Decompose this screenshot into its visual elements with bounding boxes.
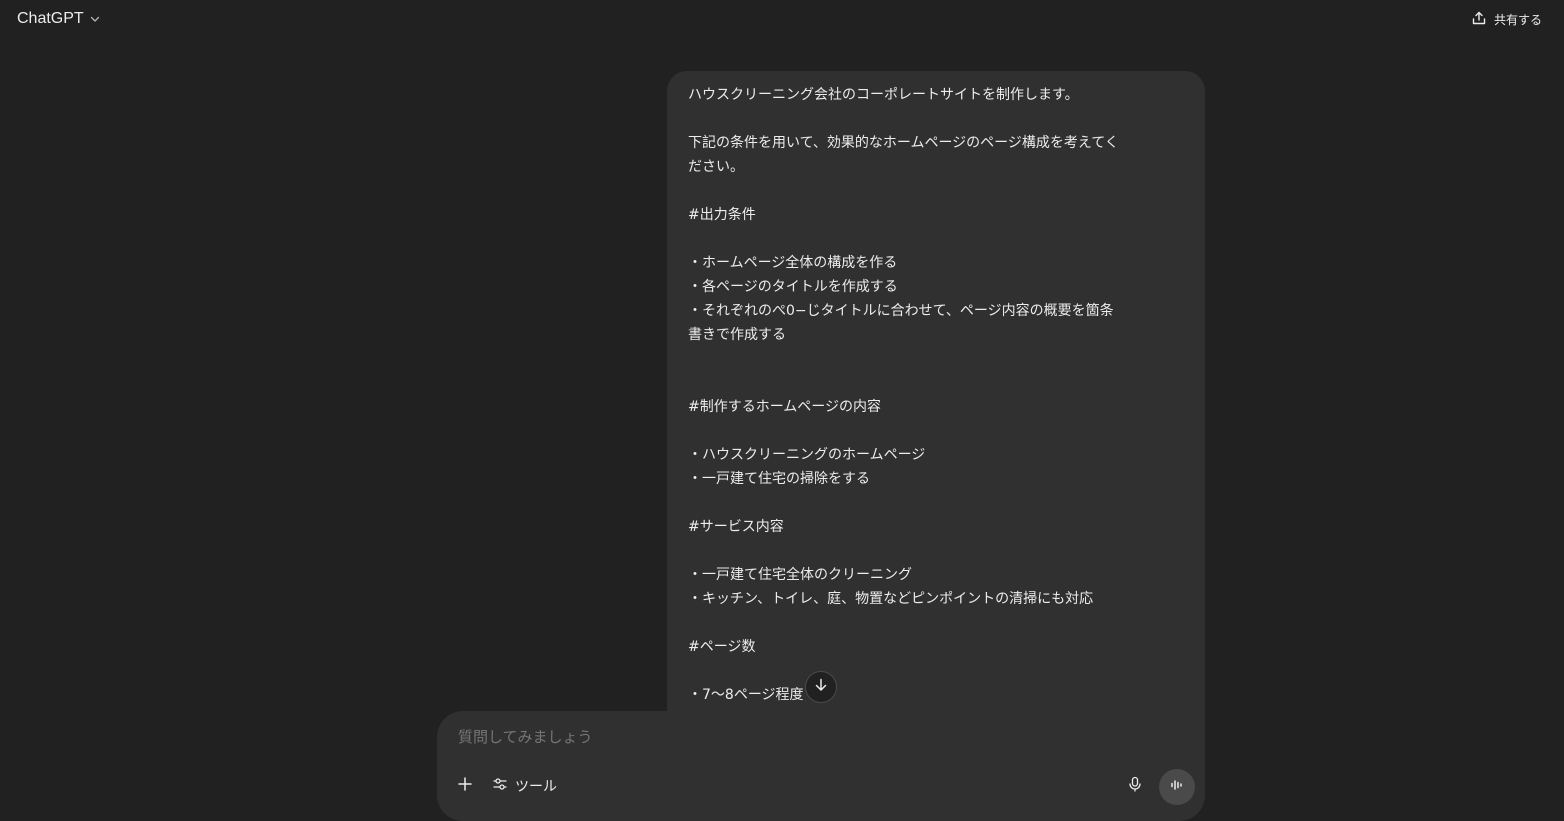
message-line: 下記の条件を用いて、効果的なホームページのページ構成を考えてく xyxy=(688,135,1119,151)
scroll-to-bottom-button[interactable] xyxy=(805,671,837,703)
share-icon xyxy=(1471,10,1487,29)
message-line: ださい。 xyxy=(688,159,744,175)
arrow-down-icon xyxy=(813,677,829,697)
message-line: #制作するホームページの内容 xyxy=(688,399,882,415)
share-label: 共有する xyxy=(1493,12,1542,27)
voice-waveform-icon xyxy=(1169,777,1185,797)
top-bar: ChatGPT 共有する xyxy=(0,0,1564,38)
message-line: ・7〜8ページ程度 xyxy=(688,687,804,703)
sliders-icon xyxy=(492,776,508,796)
message-line xyxy=(688,107,1185,131)
message-line: ・ハウスクリーニングのホームページ xyxy=(688,447,926,463)
user-message-bubble: ハウスクリーニング会社のコーポレートサイトを制作します。 下記の条件を用いて、効… xyxy=(667,71,1205,771)
message-line: 書きで作成する xyxy=(688,327,786,343)
message-line: ・各ページのタイトルを作成する xyxy=(688,279,898,295)
dictate-button[interactable] xyxy=(1124,775,1146,797)
tools-label: ツール xyxy=(515,779,557,795)
message-line xyxy=(688,419,1185,443)
message-line xyxy=(688,371,1185,395)
message-line: ・一戸建て住宅全体のクリーニング xyxy=(688,567,912,583)
message-line xyxy=(688,347,1185,371)
message-line xyxy=(688,179,1185,203)
message-line: ハウスクリーニング会社のコーポレートサイトを制作します。 xyxy=(688,87,1079,103)
prompt-input[interactable] xyxy=(458,729,1058,746)
message-line: ・ホームページ全体の構成を作る xyxy=(688,255,898,271)
chevron-down-icon xyxy=(89,10,101,29)
message-line: ・キッチン、トイレ、庭、物置などピンポイントの清掃にも対応 xyxy=(688,591,1094,607)
add-attachment-button[interactable] xyxy=(454,775,476,797)
voice-mode-button[interactable] xyxy=(1159,769,1195,805)
message-line xyxy=(688,611,1185,635)
microphone-icon xyxy=(1127,776,1143,796)
share-button[interactable]: 共有する xyxy=(1471,8,1542,30)
model-name: ChatGPT xyxy=(17,10,84,27)
composer: ツール xyxy=(437,711,1205,821)
message-line: ・それぞれのぺ0−じタイトルに合わせて、ページ内容の概要を箇条 xyxy=(688,303,1114,319)
message-line: ・一戸建て住宅の掃除をする xyxy=(688,471,870,487)
model-switcher[interactable]: ChatGPT xyxy=(17,8,101,30)
plus-icon xyxy=(457,776,473,796)
tools-button[interactable]: ツール xyxy=(492,775,557,797)
message-line: #出力条件 xyxy=(688,207,756,223)
message-line: #ページ数 xyxy=(688,639,756,655)
message-line xyxy=(688,491,1185,515)
message-line xyxy=(688,659,1185,683)
message-line xyxy=(688,539,1185,563)
message-line: #サービス内容 xyxy=(688,519,784,535)
message-line xyxy=(688,227,1185,251)
